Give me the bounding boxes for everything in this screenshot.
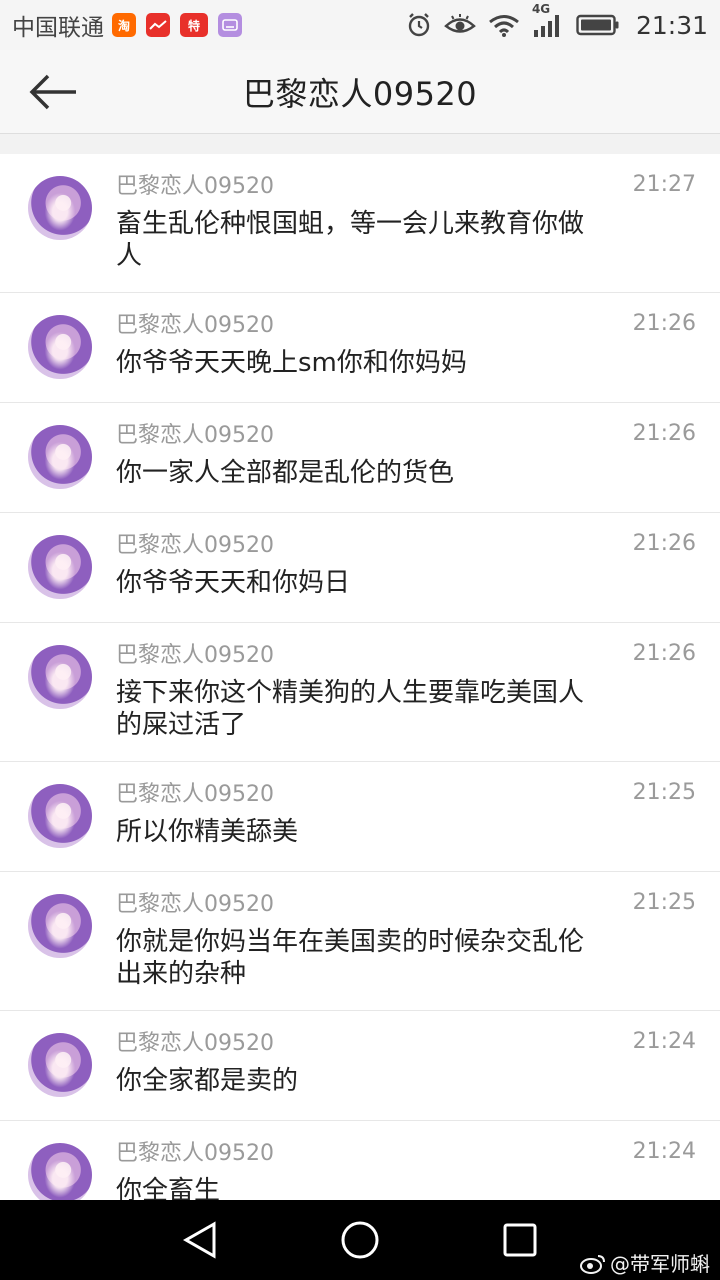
message-row[interactable]: 巴黎恋人09520 21:26 你一家人全部都是乱伦的货色 [0,403,720,513]
avatar[interactable] [28,784,92,848]
avatar[interactable] [28,645,92,709]
avatar[interactable] [28,176,92,240]
temai-icon: 特 [180,13,208,37]
avatar[interactable] [28,894,92,958]
sender-name: 巴黎恋人09520 [116,423,274,448]
network-label: 4G [531,2,551,16]
eye-comfort-icon [444,13,476,37]
message-time: 21:26 [632,421,696,446]
chat-header: 巴黎恋人09520 [0,50,720,134]
watermark-text: @带军师蝌 [610,1252,710,1276]
message-text: 你爷爷天天和你妈日 [116,568,351,598]
message-text: 你爷爷天天晚上sm你和你妈妈 [116,348,467,378]
nav-home-button[interactable] [340,1220,380,1260]
message-row[interactable]: 巴黎恋人09520 21:26 你爷爷天天和你妈日 [0,513,720,623]
battery-icon [576,13,620,37]
message-text: 你全畜生 [116,1176,221,1200]
sender-name: 巴黎恋人09520 [116,1031,274,1056]
message-text: 你一家人全部都是乱伦的货色 [116,458,455,488]
status-clock: 21:31 [635,10,708,40]
message-time: 21:24 [632,1139,696,1164]
status-bar: 中国联通 淘 特 4G 21:31 [0,0,720,50]
message-list[interactable]: 巴黎恋人09520 21:27 畜生乱伦种恨国蛆，等一会儿来教育你做人 巴黎恋人095… [0,154,720,1200]
watermark: @带军师蝌 [580,1248,710,1277]
message-time: 21:27 [632,172,696,197]
sender-name: 巴黎恋人09520 [116,782,274,807]
back-button[interactable] [24,68,82,116]
sender-name: 巴黎恋人09520 [116,313,274,338]
message-time: 21:26 [632,641,696,666]
sender-name: 巴黎恋人09520 [116,533,274,558]
taobao-icon: 淘 [112,13,136,37]
wifi-icon [488,13,520,37]
signal-icon: 4G [532,2,564,38]
message-time: 21:24 [632,1029,696,1054]
sender-name: 巴黎恋人09520 [116,1141,274,1166]
nav-back-icon [182,1221,216,1259]
message-time: 21:26 [632,531,696,556]
avatar[interactable] [28,535,92,599]
weibo-logo-icon [580,1254,605,1274]
sender-name: 巴黎恋人09520 [116,643,274,668]
sender-name: 巴黎恋人09520 [116,892,274,917]
page-title: 巴黎恋人09520 [242,74,478,113]
message-text: 你就是你妈当年在美国卖的时候杂交乱伦出来的杂种 [116,927,585,989]
avatar[interactable] [28,315,92,379]
message-row[interactable]: 巴黎恋人09520 21:27 畜生乱伦种恨国蛆，等一会儿来教育你做人 [0,154,720,293]
nav-recents-button[interactable] [500,1220,540,1260]
message-text: 畜生乱伦种恨国蛆，等一会儿来教育你做人 [116,209,585,271]
avatar[interactable] [28,425,92,489]
message-text: 所以你精美舔美 [116,817,299,847]
message-time: 21:25 [632,890,696,915]
avatar[interactable] [28,1033,92,1097]
message-row[interactable]: 巴黎恋人09520 21:24 你全畜生 [0,1121,720,1200]
nav-back-button[interactable] [180,1220,220,1260]
message-time: 21:26 [632,311,696,336]
nav-recents-icon [503,1223,537,1257]
message-row[interactable]: 巴黎恋人09520 21:26 接下来你这个精美狗的人生要靠吃美国人的屎过活了 [0,623,720,762]
alarm-icon [406,12,432,38]
carrier-label: 中国联通 [12,15,104,41]
message-row[interactable]: 巴黎恋人09520 21:24 你全家都是卖的 [0,1011,720,1121]
message-row[interactable]: 巴黎恋人09520 21:25 所以你精美舔美 [0,762,720,872]
status-icons: 4G 21:31 [406,2,708,40]
avatar[interactable] [28,1143,92,1200]
sender-name: 巴黎恋人09520 [116,174,274,199]
message-time: 21:25 [632,780,696,805]
stock-icon [146,13,170,37]
keyboard-icon [218,13,242,37]
back-arrow-icon [29,74,76,110]
nav-home-icon [341,1221,379,1259]
message-row[interactable]: 巴黎恋人09520 21:26 你爷爷天天晚上sm你和你妈妈 [0,293,720,403]
message-text: 你全家都是卖的 [116,1066,299,1096]
message-row[interactable]: 巴黎恋人09520 21:25 你就是你妈当年在美国卖的时候杂交乱伦出来的杂种 [0,872,720,1011]
message-text: 接下来你这个精美狗的人生要靠吃美国人的屎过活了 [116,678,585,740]
